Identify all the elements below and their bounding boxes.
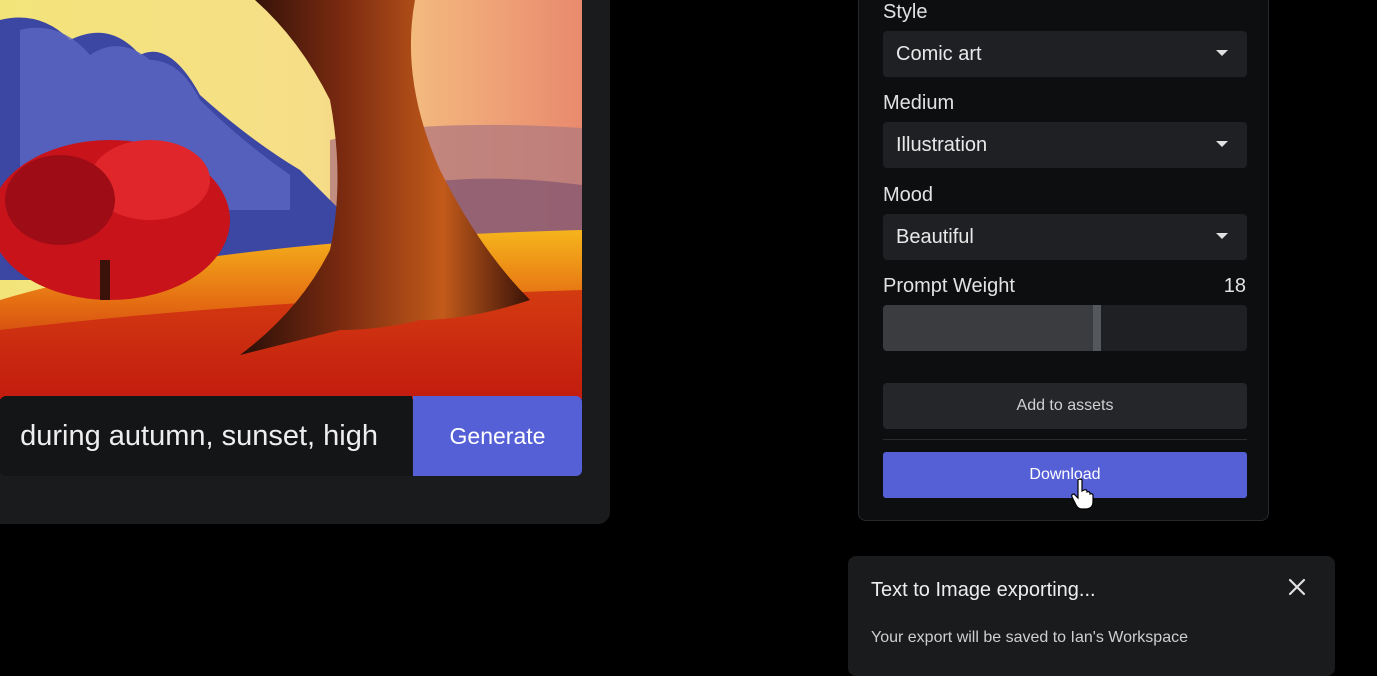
export-toast: Text to Image exporting... Your export w… [848, 556, 1335, 676]
toast-message: Your export will be saved to Ian's Works… [871, 629, 1188, 646]
mood-value: Beautiful [896, 226, 974, 248]
caret-down-icon [1216, 141, 1228, 147]
medium-select[interactable]: Illustration [883, 122, 1247, 168]
prompt-row: during autumn, sunset, high Generate [0, 396, 582, 476]
style-select[interactable]: Comic art [883, 31, 1247, 77]
caret-down-icon [1216, 50, 1228, 56]
mood-label: Mood [883, 184, 934, 206]
settings-panel: Style Comic art Medium Illustration Mood… [858, 0, 1269, 521]
slider-fill [883, 305, 1101, 351]
prompt-weight-value: 18 [1223, 275, 1246, 297]
download-button[interactable]: Download [883, 452, 1247, 498]
style-value: Comic art [896, 43, 982, 65]
image-card: during autumn, sunset, high Generate [0, 0, 610, 524]
hand-pointer-icon [1071, 478, 1094, 510]
medium-label: Medium [883, 92, 955, 114]
add-to-assets-button[interactable]: Add to assets [883, 383, 1247, 429]
close-icon[interactable] [1286, 576, 1308, 598]
divider [883, 439, 1247, 440]
toast-title: Text to Image exporting... [871, 579, 1096, 601]
generate-button[interactable]: Generate [413, 396, 582, 476]
caret-down-icon [1216, 233, 1228, 239]
medium-value: Illustration [896, 134, 988, 156]
generated-image[interactable] [0, 0, 582, 399]
mood-select[interactable]: Beautiful [883, 214, 1247, 260]
slider-thumb[interactable] [1093, 305, 1101, 351]
prompt-input[interactable]: during autumn, sunset, high [0, 396, 412, 476]
prompt-weight-label: Prompt Weight [883, 275, 1015, 297]
prompt-weight-slider[interactable] [883, 305, 1247, 351]
style-label: Style [883, 1, 928, 23]
